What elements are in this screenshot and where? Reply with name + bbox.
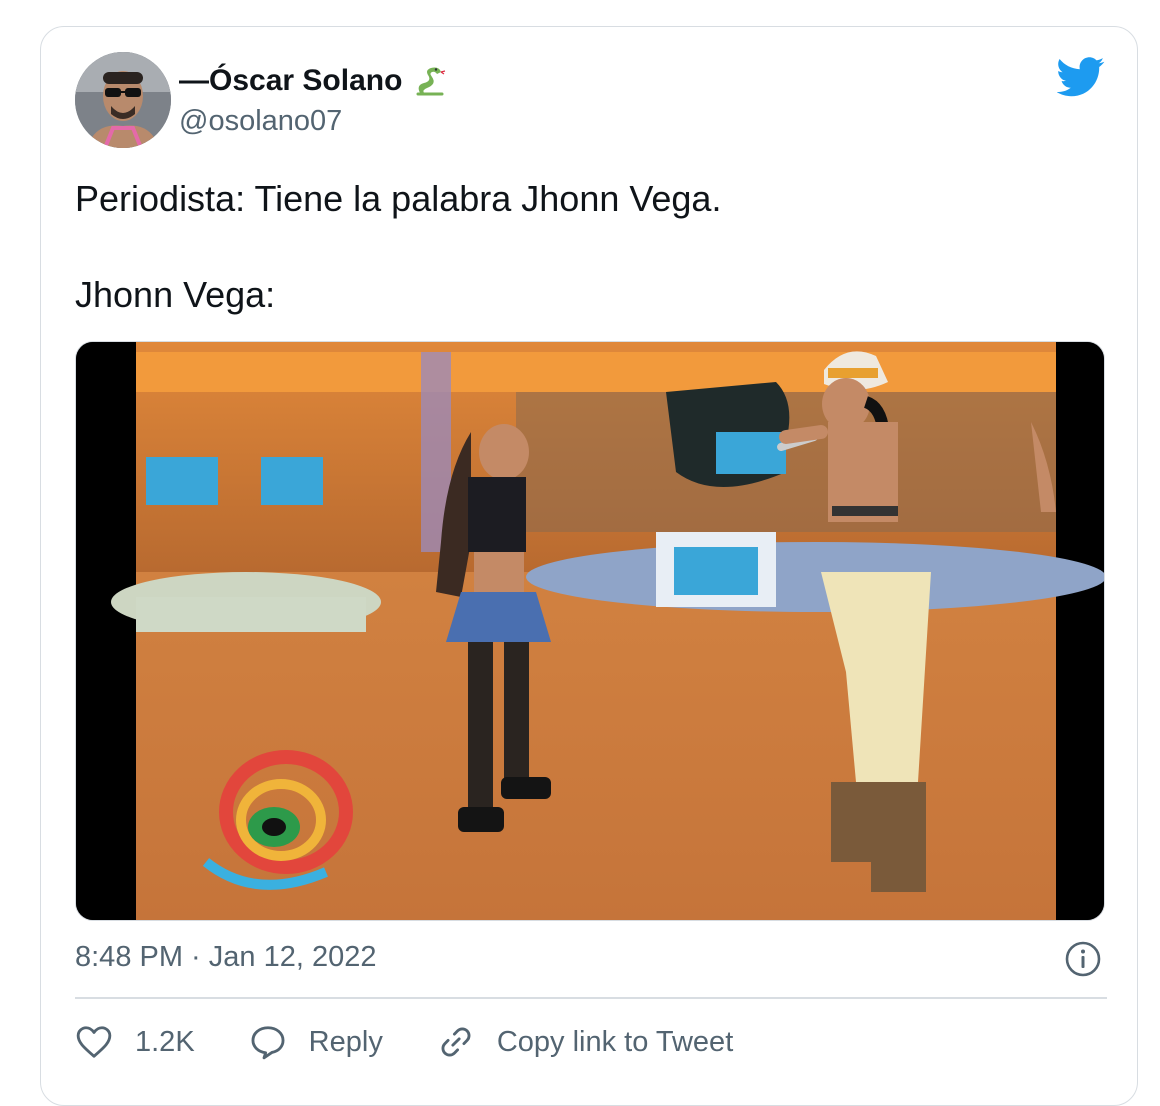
- author-name-row[interactable]: — Óscar Solano: [179, 61, 448, 101]
- reply-button[interactable]: Reply: [249, 1023, 383, 1061]
- tweet-card: — Óscar Solano @osolano07 Periodista: Tie…: [40, 26, 1138, 1106]
- tweet-text-line-1: Periodista: Tiene la palabra Jhonn Vega.: [75, 178, 722, 219]
- snake-emoji-icon: [416, 67, 446, 96]
- divider: [75, 997, 1107, 999]
- tweet-media-image[interactable]: [75, 341, 1105, 921]
- heart-icon: [76, 1026, 112, 1058]
- like-count: 1.2K: [135, 1025, 195, 1058]
- author-name: Óscar Solano: [209, 64, 403, 97]
- reply-bubble-icon: [251, 1026, 285, 1060]
- tweet-text-line-2: Jhonn Vega:: [75, 274, 276, 315]
- info-icon[interactable]: [1063, 939, 1103, 979]
- tweet-actions: 1.2K Reply Copy link to Tweet: [75, 1017, 787, 1067]
- tweet-text: Periodista: Tiene la palabra Jhonn Vega.…: [75, 175, 1095, 319]
- reply-label: Reply: [308, 1025, 383, 1058]
- tweet-timestamp[interactable]: 8:48 PM · Jan 12, 2022: [75, 941, 376, 974]
- copy-link-label: Copy link to Tweet: [496, 1025, 734, 1058]
- author-handle[interactable]: @osolano07: [179, 105, 342, 138]
- tv-studio-still: [76, 342, 1104, 920]
- twitter-bird-icon[interactable]: [1057, 57, 1105, 97]
- link-icon: [441, 1027, 471, 1057]
- copy-link-button[interactable]: Copy link to Tweet: [437, 1023, 733, 1061]
- author-name-prefix: —: [179, 64, 209, 97]
- like-button[interactable]: 1.2K: [75, 1023, 195, 1061]
- avatar[interactable]: [75, 52, 171, 148]
